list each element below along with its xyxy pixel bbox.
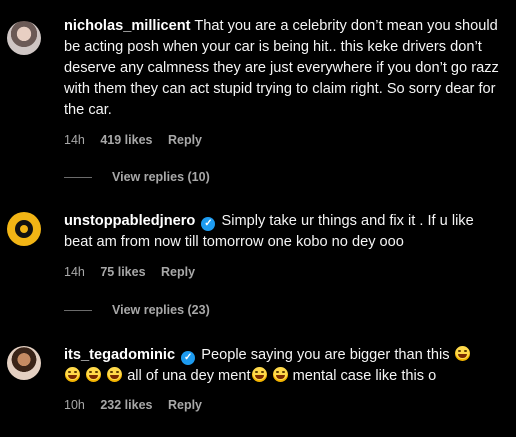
laughing-face-emoji-icon [107, 367, 123, 382]
reply-button[interactable]: Reply [168, 133, 202, 147]
view-replies-button[interactable]: View replies (23) [64, 303, 210, 317]
view-replies-button[interactable]: View replies (10) [64, 170, 210, 184]
comment-time: 14h [64, 133, 85, 147]
laughing-face-emoji-icon [86, 367, 102, 382]
avatar[interactable] [7, 346, 41, 380]
reply-button[interactable]: Reply [168, 398, 202, 412]
view-replies-label[interactable]: View replies (23) [112, 303, 210, 317]
comment-body-part: all of una dey ment [127, 368, 251, 384]
verified-badge-icon: ✓ [201, 217, 216, 231]
comment-meta: 10h 232 likes Reply [64, 398, 214, 412]
verified-badge-icon: ✓ [181, 351, 196, 365]
comment-likes[interactable]: 419 likes [100, 133, 152, 147]
avatar[interactable] [7, 21, 41, 55]
comment-text-block: unstoppabledjnero ✓ Simply take ur thing… [64, 211, 504, 253]
comment-likes[interactable]: 232 likes [100, 398, 152, 412]
comment-meta: 14h 75 likes Reply [64, 265, 207, 279]
comment-username[interactable]: unstoppabledjnero [64, 213, 195, 229]
laughing-face-emoji-icon [454, 346, 470, 361]
laughing-face-emoji-icon [65, 367, 80, 382]
view-replies-label[interactable]: View replies (10) [112, 170, 210, 184]
laughing-face-emoji-icon [251, 367, 267, 382]
comment-time: 14h [64, 265, 85, 279]
comment-text-block: nicholas_millicent That you are a celebr… [64, 16, 504, 121]
divider-line [64, 176, 92, 178]
comment-text-block: its_tegadominic ✓ People saying you are … [64, 345, 504, 387]
avatar[interactable] [7, 212, 41, 246]
laughing-face-emoji-icon [272, 367, 288, 382]
comment-time: 10h [64, 398, 85, 412]
comments-list: nicholas_millicent That you are a celebr… [0, 0, 516, 437]
comment-username[interactable]: its_tegadominic [64, 347, 175, 363]
comment-username[interactable]: nicholas_millicent [64, 18, 191, 34]
comment-meta: 14h 419 likes Reply [64, 133, 214, 147]
reply-button[interactable]: Reply [161, 265, 195, 279]
divider-line [64, 309, 92, 311]
comment-body-part: mental case like this o [292, 368, 437, 384]
avatar-dot [20, 225, 28, 233]
comment-body-part: People saying you are bigger than this [201, 347, 450, 363]
comment-likes[interactable]: 75 likes [100, 265, 145, 279]
